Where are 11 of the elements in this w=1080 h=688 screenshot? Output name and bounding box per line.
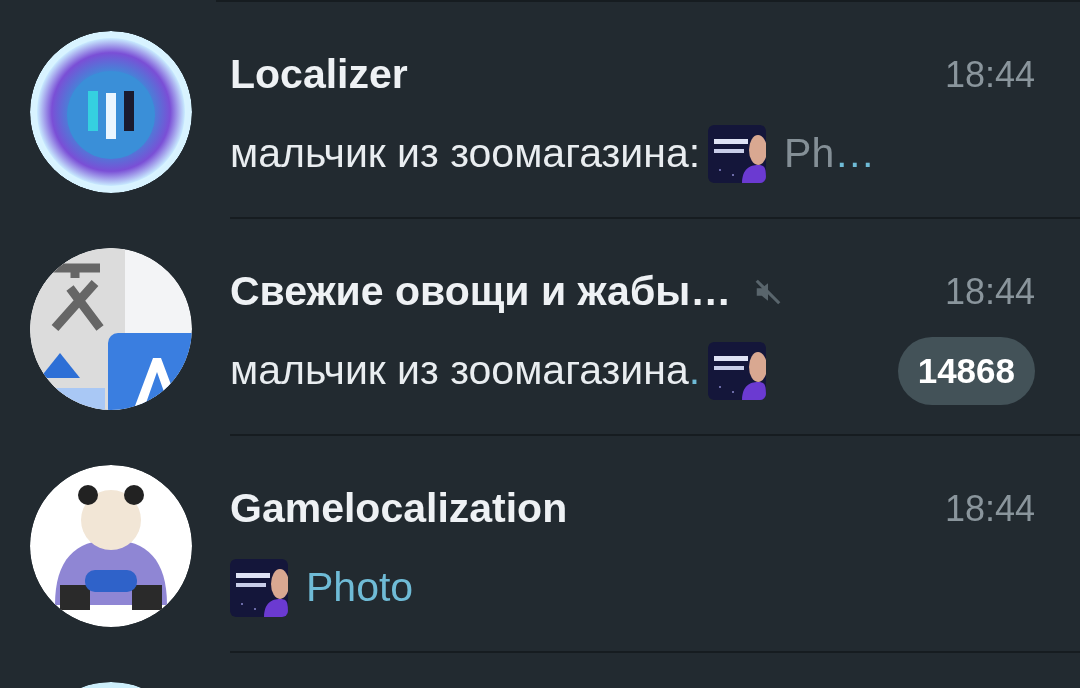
unread-count-badge: 14868 bbox=[897, 337, 1035, 405]
chat-title: Свежие овощи и жабы… bbox=[230, 267, 732, 317]
timestamp: 18:44 bbox=[944, 270, 1035, 314]
timestamp: 18:44 bbox=[944, 53, 1035, 97]
timestamp: 18:44 bbox=[944, 487, 1035, 531]
media-label: Ph… bbox=[784, 129, 876, 179]
chat-title: Gamelocalization bbox=[230, 484, 568, 534]
media-label: Photo bbox=[306, 563, 414, 613]
message-preview: мальчик из зоомагазина. bbox=[230, 346, 701, 396]
message-preview: мальчик из зоомагазина: bbox=[230, 129, 701, 179]
chat-title: Localizer bbox=[230, 50, 408, 100]
